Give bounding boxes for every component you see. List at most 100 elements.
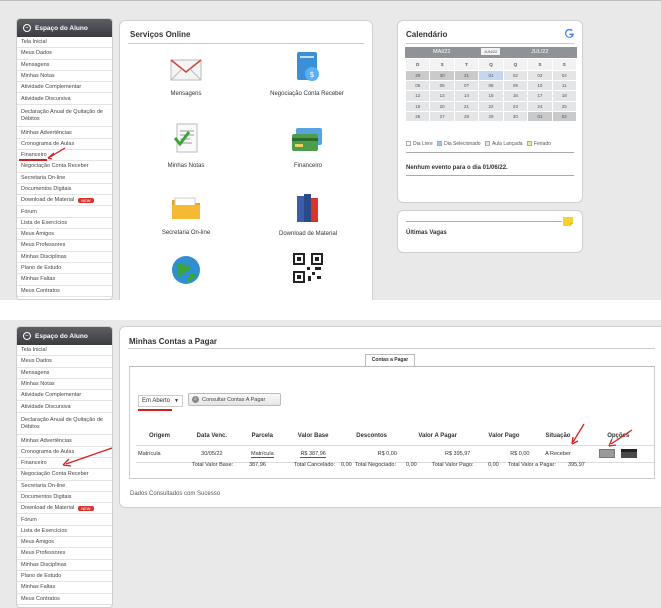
service-download-material[interactable]: Download de Material: [266, 192, 350, 237]
sidebar-item-atividade-complementar[interactable]: Atividade Complementar: [17, 390, 112, 402]
sidebar-item-meus-dados[interactable]: Meus Dados: [17, 356, 112, 368]
sidebar-item-plano-de-estudo[interactable]: Plano de Estudo: [17, 571, 112, 583]
calendar-day[interactable]: 07: [453, 80, 480, 92]
sidebar-item-secretaria-on-line[interactable]: Secretaria On-line: [17, 173, 112, 184]
sidebar-item-meus-contratos[interactable]: Meus Contratos: [17, 594, 112, 605]
sidebar-item-atividade-discursiva[interactable]: Atividade Discursiva: [17, 401, 112, 413]
calendar-day[interactable]: 25: [551, 100, 578, 112]
service-qr-code[interactable]: [290, 252, 326, 293]
calendar-day[interactable]: 09: [502, 80, 529, 92]
sidebar-item-mensagens[interactable]: Mensagens: [17, 60, 112, 71]
situacao-filter-select[interactable]: Em Aberto ▼: [138, 395, 183, 407]
calendar-day[interactable]: 04: [551, 69, 578, 82]
sidebar-item-atividade-discursiva[interactable]: Atividade Discursiva: [17, 93, 112, 105]
sidebar-item-minhas-disciplinas[interactable]: Minhas Disciplinas: [17, 560, 112, 571]
calendar-day[interactable]: 18: [551, 90, 578, 102]
sidebar-item-minhas-advertencias[interactable]: Minhas Advertências: [17, 435, 112, 447]
calendar-day[interactable]: 19: [404, 100, 431, 112]
sidebar-item-meus-amigos[interactable]: Meus Amigos: [17, 537, 112, 549]
sidebar-item-label: Download de Material: [21, 197, 75, 204]
sidebar-item-mensagens[interactable]: Mensagens: [17, 368, 112, 379]
chevron-up-icon[interactable]: −: [23, 332, 31, 340]
calendar-day[interactable]: 29: [404, 69, 431, 82]
service-negociacao[interactable]: $ Negociação Conta Receber: [262, 50, 352, 97]
calendar-day[interactable]: 15: [478, 90, 504, 102]
sidebar-item-label: Documentos Digitais: [21, 186, 72, 192]
calendar-day[interactable]: 22: [478, 100, 504, 112]
service-financeiro[interactable]: Financeiro: [268, 124, 348, 169]
sidebar-item-negociacao-conta-receber[interactable]: Negociação Conta Receber: [17, 161, 112, 173]
sidebar-item-tela-inicial[interactable]: Tela Inicial: [17, 37, 112, 49]
calendar-day[interactable]: 30: [502, 110, 529, 122]
service-minhas-notas[interactable]: Minhas Notas: [146, 122, 226, 169]
sidebar-item-label: Atividade Discursiva: [21, 95, 71, 102]
calendar-day[interactable]: 30: [429, 69, 455, 82]
sidebar-item-download-de-material[interactable]: Download de Material NEW: [17, 503, 112, 515]
payment-card-icon[interactable]: [620, 449, 637, 458]
calendar-day[interactable]: 12: [404, 90, 431, 102]
sidebar-item-minhas-advertencias[interactable]: Minhas Advertências: [17, 127, 112, 139]
calendar-prev-month[interactable]: MAI/22: [433, 49, 450, 55]
tab-contas-a-pagar[interactable]: Contas a Pagar: [365, 354, 415, 366]
service-secretaria[interactable]: Secretaria On-line: [146, 193, 226, 236]
calendar-day[interactable]: 06: [429, 80, 455, 92]
sidebar-item-atividade-complementar[interactable]: Atividade Complementar: [17, 82, 112, 94]
calendar-day[interactable]: 13: [429, 90, 455, 102]
sidebar-item-minhas-faltas[interactable]: Minhas Faltas: [17, 274, 112, 286]
calendar-day[interactable]: 08: [478, 80, 504, 92]
sidebar-item-label: Secretaria On-line: [21, 174, 66, 181]
sidebar-item-declaracao-anual-de-quitacao-de-debitos[interactable]: Declaração Anual de Quitação de Débitos: [17, 105, 112, 128]
sidebar-item-meus-contratos[interactable]: Meus Contratos: [17, 286, 112, 297]
calendar-day[interactable]: 21: [453, 100, 480, 112]
chevron-up-icon[interactable]: −: [23, 24, 31, 32]
sidebar-item-secretaria-on-line[interactable]: Secretaria On-line: [17, 481, 112, 492]
calendar-day[interactable]: 02: [551, 110, 578, 122]
calendar-legend: Dia Livre Dia Selecionado Aula Lançada F…: [406, 141, 551, 147]
calendar-day[interactable]: 02: [502, 69, 529, 82]
sidebar-item-lista-de-exercicios[interactable]: Lista de Exercícios: [17, 526, 112, 538]
calendar-day[interactable]: 23: [502, 100, 529, 112]
calendar-day[interactable]: 24: [527, 100, 553, 112]
sidebar-item-negociacao-conta-receber[interactable]: Negociação Conta Receber: [17, 469, 112, 481]
service-mensagens[interactable]: Mensagens: [146, 54, 226, 97]
service-globe[interactable]: [166, 254, 206, 293]
sidebar-item-minhas-notas[interactable]: Minhas Notas: [17, 71, 112, 83]
sidebar-item-plano-de-estudo[interactable]: Plano de Estudo: [17, 263, 112, 275]
sidebar-item-minhas-notas[interactable]: Minhas Notas: [17, 379, 112, 391]
sidebar-item-documentos-digitais[interactable]: Documentos Digitais: [17, 492, 112, 504]
sidebar-item-tela-inicial[interactable]: Tela Inicial: [17, 345, 112, 357]
sidebar-item-meus-amigos[interactable]: Meus Amigos: [17, 229, 112, 241]
calendar-day[interactable]: 31: [453, 69, 480, 82]
calendar-day[interactable]: 10: [527, 80, 553, 92]
calendar-day[interactable]: 27: [429, 110, 455, 122]
sidebar-item-label: Documentos Digitais: [21, 494, 72, 500]
sidebar-item-label: Meus Contratos: [21, 287, 60, 294]
sidebar-item-meus-dados[interactable]: Meus Dados: [17, 48, 112, 60]
sidebar-item-minhas-disciplinas[interactable]: Minhas Disciplinas: [17, 252, 112, 263]
sidebar-item-declaracao-anual-de-quitacao-de-debitos[interactable]: Declaração Anual de Quitação de Débitos: [17, 413, 112, 436]
service-label: Minhas Notas: [167, 163, 205, 169]
sidebar-item-minhas-faltas[interactable]: Minhas Faltas: [17, 582, 112, 594]
calendar-next-month[interactable]: JUL/22: [531, 49, 548, 55]
calendar-day[interactable]: 01: [527, 110, 553, 122]
sidebar-item-lista-de-exercicios[interactable]: Lista de Exercícios: [17, 218, 112, 230]
calendar-day[interactable]: 05: [404, 80, 431, 92]
sidebar-item-meus-professores[interactable]: Meus Professores: [17, 240, 112, 252]
sidebar-item-forum[interactable]: Fórum: [17, 206, 112, 218]
calendar-day[interactable]: 29: [478, 110, 504, 122]
calendar-day[interactable]: 03: [527, 69, 553, 82]
sidebar-item-forum[interactable]: Fórum: [17, 514, 112, 526]
calendar-day[interactable]: 01: [478, 69, 504, 82]
sidebar-item-meus-professores[interactable]: Meus Professores: [17, 548, 112, 560]
calendar-day[interactable]: 26: [404, 110, 431, 122]
boleto-icon[interactable]: [599, 449, 616, 458]
sidebar-item-documentos-digitais[interactable]: Documentos Digitais: [17, 184, 112, 196]
calendar-day[interactable]: 14: [453, 90, 480, 102]
sidebar-item-download-de-material[interactable]: Download de Material NEW: [17, 195, 112, 207]
calendar-day[interactable]: 28: [453, 110, 480, 122]
consultar-contas-button[interactable]: ⌕ Consultar Contas A Pagar: [188, 393, 281, 406]
calendar-day[interactable]: 17: [527, 90, 553, 102]
calendar-day[interactable]: 20: [429, 100, 455, 112]
calendar-day[interactable]: 16: [502, 90, 529, 102]
calendar-day[interactable]: 11: [551, 80, 578, 92]
